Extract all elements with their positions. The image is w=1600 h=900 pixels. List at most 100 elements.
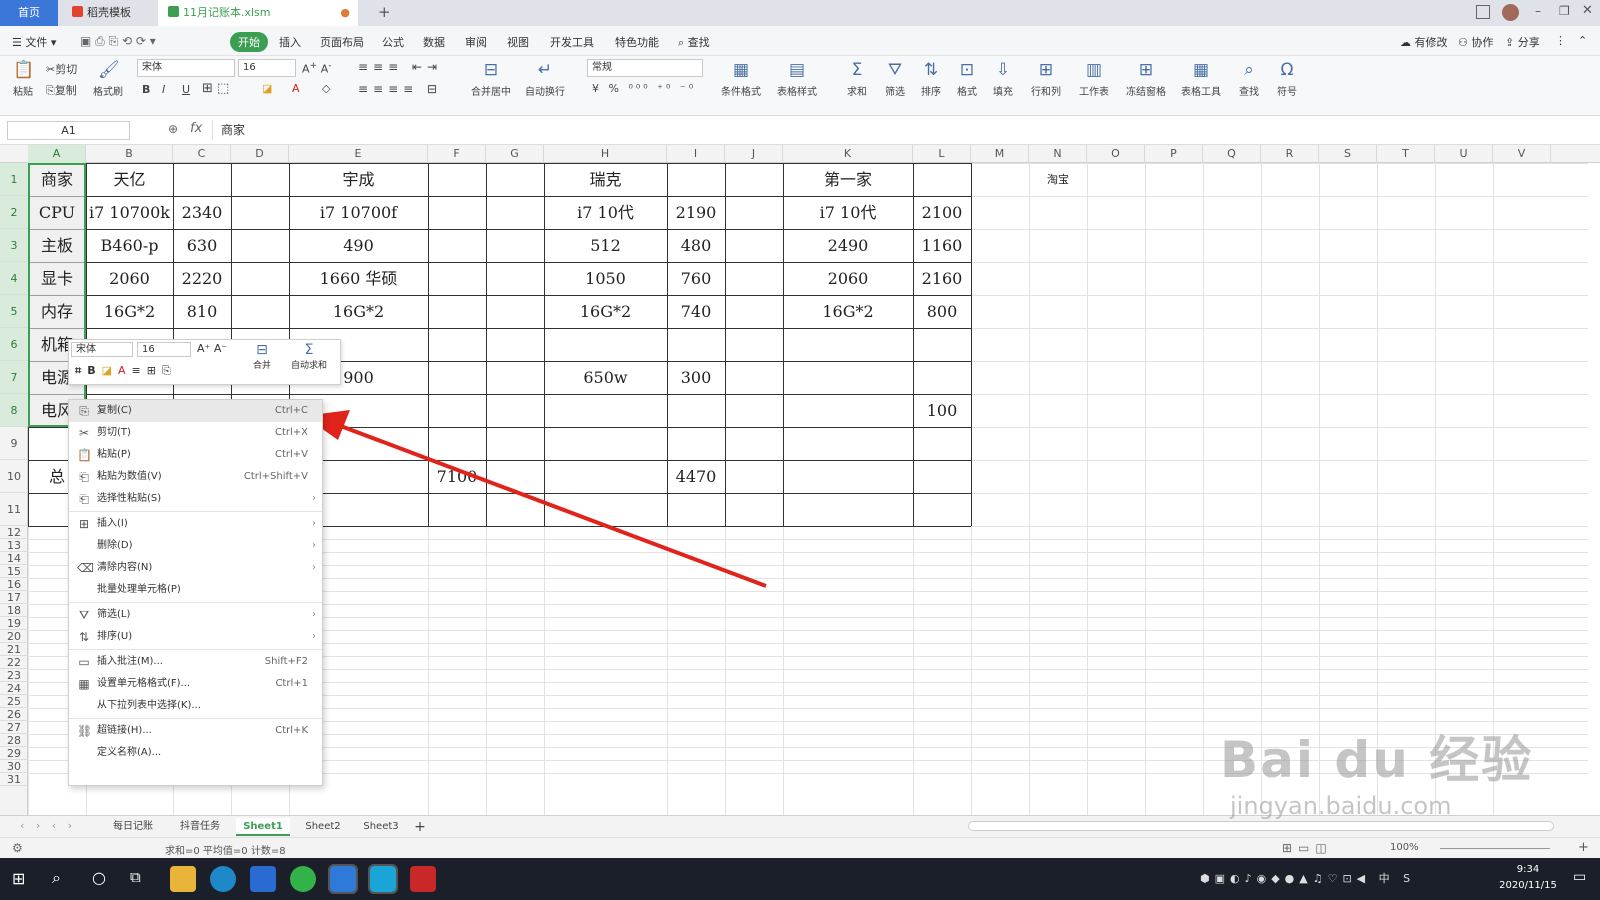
context-menu: ⎘ 复制(C) Ctrl+C ✂ 剪切(T) Ctrl+X 📋 粘贴(P) Ctrl+V ⎗ 粘贴为… [68, 399, 323, 786]
context-menu-label: 筛选(L) [97, 609, 131, 620]
windows-start-icon[interactable]: ⊞ [12, 869, 25, 888]
task-view-icon[interactable]: ⧉ [130, 868, 141, 886]
macro-icon[interactable]: ⚙ [12, 841, 23, 855]
zoom-slider[interactable] [1440, 848, 1550, 849]
context-menu-shortcut: Shift+F2 [264, 656, 308, 667]
paste-values-icon: ⎗ [79, 470, 89, 484]
context-menu-label: 选择性粘贴(S) [97, 493, 162, 504]
context-menu-item[interactable]: ▭ 插入批注(M)... Shift+F2 [69, 651, 322, 673]
format-cells-icon: ▦ [78, 677, 90, 691]
context-menu-item[interactable]: ⎗ 粘贴为数值(V) Ctrl+Shift+V [69, 466, 322, 488]
recorder-icon[interactable] [410, 866, 436, 892]
watermark-url: jingyan.baidu.com [1230, 792, 1452, 820]
submenu-arrow-icon: › [312, 493, 316, 504]
browser-icon[interactable] [210, 866, 236, 892]
wps-spreadsheet-icon[interactable] [368, 864, 398, 894]
view-mode-icons[interactable]: ⊞▭◫ [1282, 841, 1333, 855]
submenu-arrow-icon: › [312, 518, 316, 529]
context-menu-shortcut: Ctrl+Shift+V [243, 471, 308, 482]
insert-icon: ⊞ [78, 517, 90, 531]
sheet-tab-sheet1[interactable]: Sheet1 [236, 818, 290, 836]
notification-icon[interactable]: ▭ [1573, 869, 1586, 885]
paste-special-icon: ⎗ [79, 492, 89, 506]
zoom-level[interactable]: 100% [1390, 842, 1419, 853]
context-menu-shortcut: Ctrl+C [274, 405, 308, 416]
context-menu-label: 删除(D) [97, 540, 133, 551]
taskbar: ⊞ ⌕ ○ ⧉ ⬢▣◐♪◉◆●▲♫♡⊡◀ 中 S 9:34 2020/11/15… [0, 858, 1600, 900]
mini-autosum-button[interactable]: Σ 自动求和 [281, 342, 337, 371]
sheet-tab-sheet3[interactable]: Sheet3 [354, 818, 408, 836]
watermark-logo: Bai du 经验 [1220, 731, 1534, 789]
submenu-arrow-icon: › [312, 609, 316, 620]
mini-grow-font-icon[interactable]: A⁺ A⁻ [197, 342, 227, 355]
context-menu-label: 排序(U) [97, 631, 133, 642]
system-tray-icons[interactable]: ⬢▣◐♪◉◆●▲♫♡⊡◀ 中 S [1200, 870, 1415, 886]
context-menu-item[interactable]: 从下拉列表中选择(K)... [69, 695, 322, 717]
context-menu-item[interactable]: ⛛ 筛选(L) › [69, 604, 322, 626]
context-menu-item[interactable]: ⛓ 超链接(H)... Ctrl+K [69, 720, 322, 742]
context-menu-label: 批量处理单元格(P) [97, 584, 181, 595]
context-menu-label: 超链接(H)... [97, 725, 152, 736]
context-menu-shortcut: Ctrl+1 [275, 678, 308, 689]
comment-icon: ▭ [78, 655, 90, 669]
context-menu-item[interactable]: ⇅ 排序(U) › [69, 626, 322, 648]
filter-icon: ⛛ [78, 608, 90, 622]
zoom-in-icon[interactable]: + [1578, 840, 1589, 855]
context-menu-label: 剪切(T) [97, 427, 131, 438]
clock-time: 9:34 [1516, 864, 1540, 875]
sheet-nav-icons[interactable]: ‹ › ‹ › [20, 819, 76, 832]
watermark: Bai du 经验 jingyan.baidu.com [1220, 720, 1580, 830]
mini-format-icons[interactable]: ⌗B◪A≡⊞⎘ [75, 364, 177, 378]
context-menu-item[interactable]: ▦ 设置单元格格式(F)... Ctrl+1 [69, 673, 322, 695]
mini-autosum-label: 自动求和 [290, 361, 327, 371]
context-menu-item[interactable]: 删除(D) › [69, 535, 322, 557]
menu-separator [69, 718, 322, 719]
context-menu-label: 粘贴(P) [97, 449, 131, 460]
search-icon[interactable]: ⌕ [52, 868, 61, 888]
wechat-icon[interactable] [290, 866, 316, 892]
context-menu-label: 插入(I) [97, 518, 128, 529]
status-bar: ⚙ 求和=0 平均值=0 计数=8 ⊞▭◫ 100% + [0, 837, 1600, 858]
context-menu-item[interactable]: 批量处理单元格(P) [69, 579, 322, 601]
context-menu-item[interactable]: ⊞ 插入(I) › [69, 513, 322, 535]
link-icon: ⛓ [77, 724, 93, 738]
system-clock[interactable]: 9:34 2020/11/15 [1495, 862, 1561, 894]
security-app-icon[interactable] [250, 866, 276, 892]
sheet-tab-sheet2[interactable]: Sheet2 [296, 818, 350, 836]
context-menu-shortcut: Ctrl+V [274, 449, 308, 460]
arrow-shaft [337, 423, 767, 588]
mini-merge-button[interactable]: ⊟ 合并 [247, 342, 277, 371]
sigma-icon: Σ [304, 342, 314, 358]
mini-font-size-select[interactable]: 16 [137, 342, 191, 357]
merge-icon: ⊟ [256, 342, 268, 358]
menu-separator [69, 649, 322, 650]
wps-writer-icon[interactable] [328, 864, 358, 894]
menu-separator [69, 602, 322, 603]
mini-font-name-select[interactable]: 宋体 [71, 342, 133, 357]
clock-date: 2020/11/15 [1499, 880, 1557, 891]
context-menu-shortcut: Ctrl+X [274, 427, 308, 438]
submenu-arrow-icon: › [312, 540, 316, 551]
context-menu-label: 粘贴为数值(V) [97, 471, 162, 482]
copy-icon: ⎘ [79, 404, 89, 418]
sheet-tab-daily[interactable]: 每日记账 [100, 818, 166, 836]
menu-separator [69, 511, 322, 512]
context-menu-item[interactable]: ⌫ 清除内容(N) › [69, 557, 322, 579]
cortana-icon[interactable]: ○ [92, 868, 106, 887]
sheet-tab-douyin[interactable]: 抖音任务 [170, 818, 230, 836]
submenu-arrow-icon: › [312, 631, 316, 642]
context-menu-item[interactable]: ✂ 剪切(T) Ctrl+X [69, 422, 322, 444]
context-menu-label: 插入批注(M)... [97, 656, 163, 667]
file-explorer-icon[interactable] [170, 866, 196, 892]
context-menu-item[interactable]: ⎘ 复制(C) Ctrl+C [69, 400, 322, 422]
paste-icon: 📋 [77, 448, 92, 462]
context-menu-item[interactable]: 定义名称(A)... [69, 742, 322, 764]
context-menu-label: 清除内容(N) [97, 562, 153, 573]
eraser-icon: ⌫ [77, 561, 94, 575]
context-menu-label: 定义名称(A)... [97, 747, 162, 758]
add-sheet-button[interactable]: + [412, 818, 428, 836]
context-menu-item[interactable]: 📋 粘贴(P) Ctrl+V [69, 444, 322, 466]
context-menu-item[interactable]: ⎗ 选择性粘贴(S) › [69, 488, 322, 510]
context-menu-label: 从下拉列表中选择(K)... [97, 700, 201, 711]
context-menu-label: 设置单元格格式(F)... [97, 678, 191, 689]
